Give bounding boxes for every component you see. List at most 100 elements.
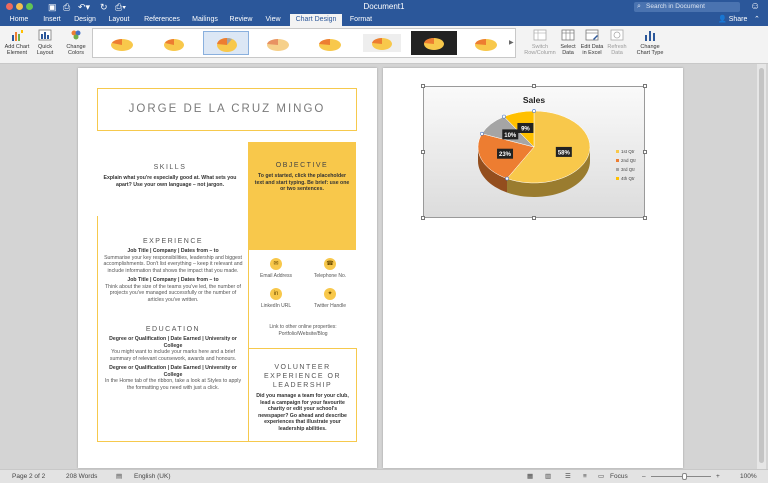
chart-style-8[interactable] xyxy=(463,31,509,55)
chart-style-4[interactable] xyxy=(255,31,301,55)
slice-selection-handle[interactable] xyxy=(505,176,509,181)
contact-linkedin[interactable]: in LinkedIn URL xyxy=(249,288,303,309)
legend-entry: 2nd Qtr xyxy=(616,156,636,165)
change-chart-type-button[interactable]: Change Chart Type xyxy=(634,28,666,56)
education-title[interactable]: EDUCATION xyxy=(102,326,244,333)
document-workspace[interactable]: JORGE DE LA CRUZ MINGO SKILLS Explain wh… xyxy=(0,64,768,469)
proofing-icon[interactable]: ▤ xyxy=(116,470,122,483)
chart-style-7[interactable] xyxy=(411,31,457,55)
objective-text[interactable]: To get started, click the placeholder te… xyxy=(254,173,350,193)
scrollbar-thumb[interactable] xyxy=(759,68,764,463)
legend-swatch xyxy=(616,168,619,172)
language[interactable]: English (UK) xyxy=(134,470,170,483)
data-label[interactable]: 58% xyxy=(558,150,571,156)
feedback-smiley-icon[interactable]: ☺ xyxy=(750,1,760,13)
volunteer-text[interactable]: Did you manage a team for your club, lea… xyxy=(249,393,356,432)
pie-chart[interactable]: 58% 23% 10% 9% xyxy=(424,87,646,219)
draft-view-icon[interactable]: ≡ xyxy=(583,470,587,483)
chart-legend[interactable]: 1st Qtr 2nd Qtr 3rd Qtr 4th Qtr xyxy=(616,147,636,183)
twitter-icon: ✦ xyxy=(324,288,336,300)
tab-review[interactable]: Review xyxy=(226,14,256,26)
legend-swatch xyxy=(616,159,619,163)
skills-title[interactable]: SKILLS xyxy=(100,164,240,171)
page-resume[interactable]: JORGE DE LA CRUZ MINGO SKILLS Explain wh… xyxy=(78,68,377,468)
volunteer-section: VOLUNTEER EXPERIENCE OR LEADERSHIP Did y… xyxy=(248,348,357,442)
print-layout-view-icon[interactable]: ▦ xyxy=(527,470,533,483)
edit-data-excel-button[interactable]: Edit Data in Excel xyxy=(580,28,604,56)
resume-name[interactable]: JORGE DE LA CRUZ MINGO xyxy=(98,89,356,130)
page-count[interactable]: Page 2 of 2 xyxy=(12,470,45,483)
change-colors-button[interactable]: Change Colors xyxy=(62,28,90,56)
tab-mailings[interactable]: Mailings xyxy=(188,14,222,26)
slice-selection-handle[interactable] xyxy=(502,114,506,119)
resize-handle[interactable] xyxy=(532,216,536,220)
edu1-text[interactable]: You might want to include your marks her… xyxy=(102,349,244,362)
resize-handle[interactable] xyxy=(643,84,647,88)
focus-button[interactable]: Focus xyxy=(610,470,628,483)
switch-row-column-button[interactable]: Switch Row/Column xyxy=(524,28,556,56)
quick-layout-button[interactable]: Quick Layout xyxy=(34,28,56,56)
resize-handle[interactable] xyxy=(421,84,425,88)
data-label[interactable]: 9% xyxy=(521,126,530,132)
quick-layout-label: Quick Layout xyxy=(36,44,54,56)
chart-style-5[interactable] xyxy=(307,31,353,55)
search-input[interactable]: ⌕ Search in Document xyxy=(634,2,740,12)
select-data-button[interactable]: Select Data xyxy=(558,28,578,56)
zoom-slider-track[interactable] xyxy=(651,476,711,477)
resize-handle[interactable] xyxy=(643,150,647,154)
tab-design[interactable]: Design xyxy=(70,14,100,26)
ribbon-tabs: Home Insert Design Layout References Mai… xyxy=(0,14,768,26)
tab-layout[interactable]: Layout xyxy=(104,14,134,26)
share-button[interactable]: 👤 Share xyxy=(718,14,747,26)
outline-view-icon[interactable]: ☰ xyxy=(565,470,571,483)
contact-twitter[interactable]: ✦ Twitter Handle xyxy=(303,288,357,309)
focus-icon[interactable]: ▭ xyxy=(598,470,604,483)
share-label: Share xyxy=(728,16,748,23)
zoom-slider-knob[interactable] xyxy=(682,473,687,480)
tab-insert[interactable]: Insert xyxy=(38,14,66,26)
edu1-title[interactable]: Degree or Qualification | Date Earned | … xyxy=(102,336,244,349)
zoom-in-icon[interactable]: + xyxy=(716,470,720,483)
tab-chart-design[interactable]: Chart Design xyxy=(290,14,342,26)
person-add-icon: 👤 xyxy=(718,16,727,23)
resize-handle[interactable] xyxy=(643,216,647,220)
add-chart-element-button[interactable]: Add Chart Element xyxy=(3,28,31,56)
exp2-text[interactable]: Think about the size of the teams you've… xyxy=(102,284,244,304)
zoom-level[interactable]: 100% xyxy=(740,470,757,483)
zoom-out-icon[interactable]: – xyxy=(642,470,646,483)
resize-handle[interactable] xyxy=(421,150,425,154)
chart-style-1[interactable] xyxy=(99,31,145,55)
slice-selection-handle[interactable] xyxy=(532,109,536,113)
gallery-next-icon[interactable]: ▶ xyxy=(509,39,514,46)
objective-title[interactable]: OBJECTIVE xyxy=(254,162,350,169)
chart-style-2[interactable] xyxy=(151,31,197,55)
chart-style-6[interactable] xyxy=(359,31,405,55)
skills-text[interactable]: Explain what you're especially good at. … xyxy=(100,175,240,188)
contact-phone[interactable]: ☎ Telephone No. xyxy=(303,258,357,279)
resize-handle[interactable] xyxy=(532,84,536,88)
edu2-text[interactable]: In the Home tab of the ribbon, take a lo… xyxy=(102,378,244,391)
collapse-ribbon-icon[interactable]: ⌃ xyxy=(754,14,760,26)
edu2-title[interactable]: Degree or Qualification | Date Earned | … xyxy=(102,365,244,378)
experience-title[interactable]: EXPERIENCE xyxy=(102,238,244,245)
data-label[interactable]: 10% xyxy=(504,133,517,139)
legend-swatch xyxy=(616,177,619,181)
resize-handle[interactable] xyxy=(421,216,425,220)
chart-style-3[interactable] xyxy=(203,31,249,55)
contact-email[interactable]: ✉ Email Address xyxy=(249,258,303,279)
refresh-data-button[interactable]: Refresh Data xyxy=(606,28,628,56)
tab-view[interactable]: View xyxy=(260,14,286,26)
tab-home[interactable]: Home xyxy=(4,14,34,26)
tab-format[interactable]: Format xyxy=(346,14,376,26)
online-links-text[interactable]: Link to other online properties: Portfol… xyxy=(249,324,357,337)
word-count[interactable]: 208 Words xyxy=(66,470,97,483)
web-layout-view-icon[interactable]: ▥ xyxy=(545,470,551,483)
page-chart[interactable]: Sales 58% 23% 10% 9% 1st Qtr 2nd Qtr 3rd Qt… xyxy=(383,68,683,468)
exp1-text[interactable]: Summarise your key responsibilities, lea… xyxy=(102,255,244,275)
volunteer-title[interactable]: VOLUNTEER EXPERIENCE OR LEADERSHIP xyxy=(249,363,356,390)
chart-object[interactable]: Sales 58% 23% 10% 9% 1st Qtr 2nd Qtr 3rd Qt… xyxy=(423,86,645,218)
data-label[interactable]: 23% xyxy=(499,152,512,158)
slice-selection-handle[interactable] xyxy=(480,131,484,136)
vertical-scrollbar[interactable] xyxy=(757,64,766,469)
tab-references[interactable]: References xyxy=(140,14,184,26)
